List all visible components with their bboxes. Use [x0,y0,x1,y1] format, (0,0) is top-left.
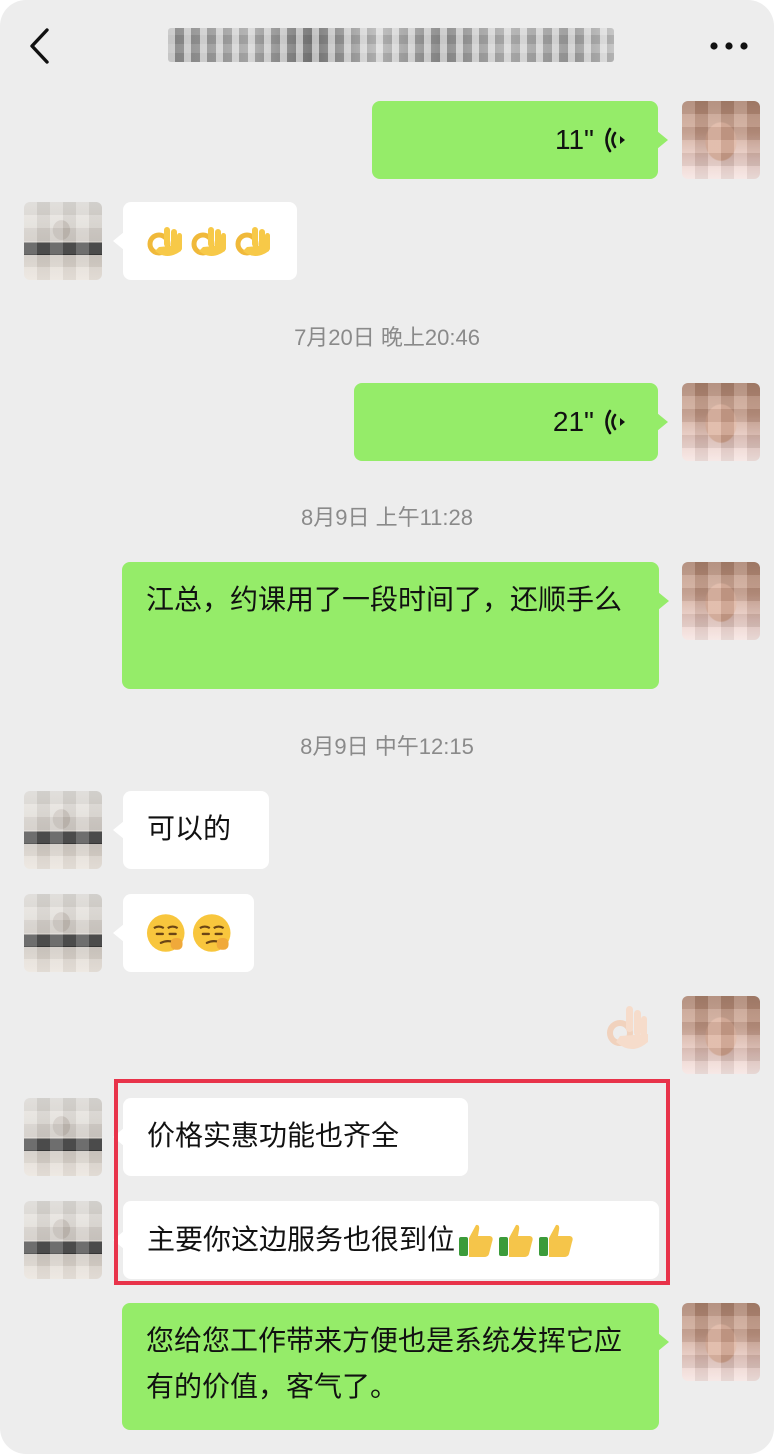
chevron-left-icon [30,28,49,64]
message-timestamp: 7月20日 晚上20:46 [294,325,480,350]
text-message-bubble[interactable]: 可以的 [113,791,269,869]
message-text: 江总，约课用了一段时间了，还顺手么 [146,583,623,616]
contact-avatar[interactable] [24,1201,102,1279]
message-text: 主要你这边服务也很到位 [147,1223,456,1256]
contact-avatar[interactable] [24,894,102,972]
thumbs-up-emoji [499,1224,533,1257]
my-avatar[interactable] [682,101,760,179]
message-text: 您给您工作带来方便也是系统发挥它应有的价值，客气了。 [146,1324,623,1403]
message-text: 可以的 [147,812,232,845]
chat-screen: 11" 7月20日 晚上20:46 21" 8月9日 上午11:28 江总，约课… [0,0,774,1454]
my-avatar[interactable] [682,383,760,461]
my-avatar[interactable] [682,1303,760,1381]
my-avatar[interactable] [682,562,760,640]
smug-face-emoji [146,914,185,952]
chat-title [168,28,614,62]
thumbs-up-emoji [539,1224,573,1257]
ok-hand-emoji [191,227,226,256]
ok-hand-emoji [235,227,270,256]
more-options-button[interactable] [702,26,756,66]
thumbs-up-emoji [459,1224,493,1257]
ok-hand-light-skin-emoji [607,1006,648,1049]
text-message-bubble[interactable]: 您给您工作带来方便也是系统发挥它应有的价值，客气了。 [122,1303,669,1430]
text-message-bubble[interactable]: 价格实惠功能也齐全 [113,1098,468,1176]
emoji-message-bubble[interactable] [113,894,254,972]
voice-wave-icon [605,409,625,435]
text-message-bubble[interactable]: 江总，约课用了一段时间了，还顺手么 [122,562,669,689]
my-avatar[interactable] [682,996,760,1074]
emoji-message[interactable] [604,1000,654,1056]
voice-duration: 21" [552,406,594,437]
message-timestamp: 8月9日 中午12:15 [300,734,474,759]
contact-avatar[interactable] [24,1098,102,1176]
more-horizontal-icon [710,42,748,50]
voice-message-bubble[interactable]: 21" [354,383,668,461]
contact-avatar[interactable] [24,791,102,869]
voice-message-bubble[interactable]: 11" [372,101,668,179]
message-text: 价格实惠功能也齐全 [147,1119,400,1152]
voice-duration: 11" [554,124,594,155]
smug-face-emoji [192,914,231,952]
emoji-message-bubble[interactable] [113,202,297,280]
back-button[interactable] [16,20,62,72]
contact-avatar[interactable] [24,202,102,280]
chat-header [0,0,774,90]
text-message-bubble[interactable]: 主要你这边服务也很到位 [113,1201,659,1279]
message-timestamp: 8月9日 上午11:28 [300,505,473,530]
ok-hand-emoji [147,227,182,256]
voice-wave-icon [605,127,625,153]
